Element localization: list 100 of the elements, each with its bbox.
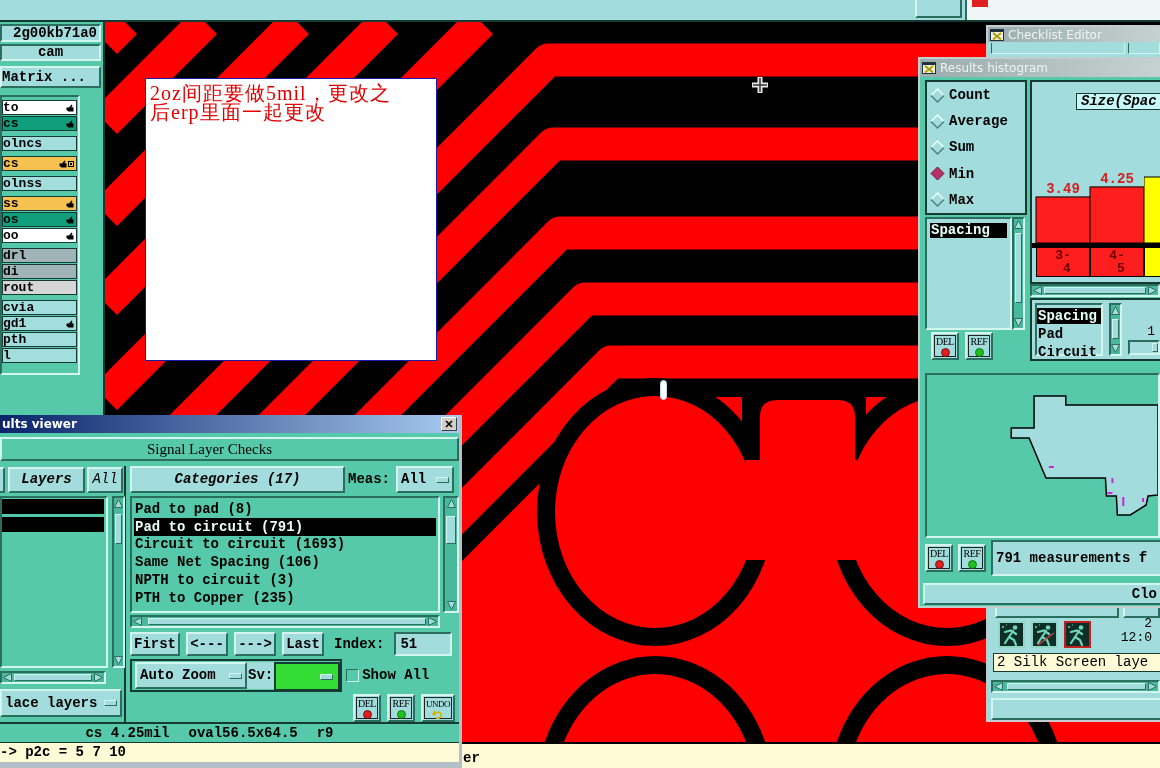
- scrollbar-thumb[interactable]: [115, 514, 122, 544]
- layer-row[interactable]: cvia: [2, 300, 77, 315]
- layer-row[interactable]: cs: [2, 116, 77, 131]
- left-arrow-icon[interactable]: [3, 673, 12, 682]
- right-arrow-icon[interactable]: [94, 673, 103, 682]
- list-item[interactable]: Circuit: [1037, 344, 1101, 360]
- navigation-button[interactable]: <---: [186, 632, 228, 656]
- radio-option[interactable]: Max: [930, 186, 1025, 213]
- layer-row[interactable]: oo: [2, 228, 77, 243]
- layer-row[interactable]: rout: [2, 280, 77, 295]
- x-tick-label: 4-5: [1109, 248, 1125, 276]
- scrollbar-thumb[interactable]: [1015, 233, 1022, 303]
- up-arrow-icon[interactable]: [1014, 220, 1023, 229]
- radio-option[interactable]: Count: [930, 82, 1025, 109]
- vertical-scrollbar[interactable]: [443, 496, 459, 613]
- close-button[interactable]: Clo: [923, 583, 1160, 605]
- horizontal-scrollbar[interactable]: [0, 671, 106, 684]
- category-item[interactable]: Circuit to circuit (1693): [134, 535, 436, 554]
- layer-row[interactable]: pth: [2, 332, 77, 347]
- scrollbar-thumb[interactable]: [1044, 287, 1146, 294]
- vertical-scrollbar[interactable]: [1109, 303, 1122, 356]
- layer-row[interactable]: ss: [2, 196, 77, 211]
- navigation-button[interactable]: First: [130, 632, 180, 656]
- up-arrow-icon[interactable]: [1111, 306, 1120, 315]
- scrollbar-thumb[interactable]: [14, 674, 92, 681]
- close-button[interactable]: [441, 417, 457, 431]
- layer-row[interactable]: drl: [2, 248, 77, 263]
- matrix-button[interactable]: Matrix ...: [0, 66, 101, 88]
- right-arrow-icon[interactable]: [428, 617, 437, 626]
- down-arrow-icon[interactable]: [1111, 344, 1120, 353]
- runner-icon[interactable]: [998, 621, 1025, 648]
- navigation-button[interactable]: --->: [234, 632, 276, 656]
- vertical-scrollbar[interactable]: [1012, 217, 1025, 330]
- list-item[interactable]: Pad: [1037, 326, 1101, 342]
- action-button[interactable]: [1123, 608, 1160, 618]
- layer-row[interactable]: to: [2, 100, 77, 115]
- layer-scope-dropdown[interactable]: lace layers: [0, 689, 122, 717]
- scrollbar-thumb[interactable]: [1112, 319, 1119, 339]
- runner-frame-icon[interactable]: [1064, 621, 1091, 648]
- layers-button[interactable]: Layers: [8, 466, 85, 493]
- categories-button[interactable]: Categories (17): [130, 466, 345, 493]
- delete-button[interactable]: DEL: [925, 544, 953, 572]
- radio-option[interactable]: Sum: [930, 134, 1025, 161]
- down-arrow-icon[interactable]: [114, 656, 123, 665]
- right-arrow-icon[interactable]: [1148, 682, 1157, 691]
- radio-option[interactable]: Min: [930, 160, 1025, 187]
- list-item[interactable]: Spacing: [930, 223, 1007, 238]
- horizontal-scrollbar[interactable]: [130, 615, 440, 628]
- category-item[interactable]: PTH to Copper (235): [134, 589, 436, 607]
- all-button[interactable]: All: [87, 466, 123, 493]
- vertical-scrollbar[interactable]: [112, 496, 125, 668]
- layer-row[interactable]: os: [2, 212, 77, 227]
- zoom-mode-dropdown[interactable]: Auto Zoom: [135, 662, 247, 689]
- category-item[interactable]: Pad to circuit (791): [134, 517, 436, 536]
- input-field[interactable]: [1128, 43, 1160, 54]
- show-all-checkbox[interactable]: Show All: [346, 667, 430, 684]
- right-arrow-icon[interactable]: [1148, 286, 1157, 295]
- meas-dropdown[interactable]: All: [396, 466, 454, 493]
- dot-icon: [362, 710, 372, 719]
- left-arrow-icon[interactable]: [1033, 286, 1042, 295]
- left-arrow-icon[interactable]: [133, 617, 142, 626]
- scrollbar-thumb[interactable]: [446, 516, 456, 544]
- severity-dropdown[interactable]: [274, 662, 341, 691]
- action-button[interactable]: [995, 608, 1119, 618]
- delete-button[interactable]: DEL: [931, 332, 959, 360]
- slider-thumb[interactable]: [1152, 343, 1158, 352]
- index-field[interactable]: 51: [394, 632, 453, 656]
- layer-row[interactable]: gd1: [2, 316, 77, 331]
- layer-row[interactable]: di: [2, 264, 77, 279]
- down-arrow-icon[interactable]: [1014, 318, 1023, 327]
- layer-row[interactable]: olnss: [2, 176, 77, 191]
- radio-option[interactable]: Average: [930, 108, 1025, 135]
- up-arrow-icon[interactable]: [446, 499, 456, 508]
- undo-button[interactable]: UNDO: [421, 694, 455, 722]
- category-item[interactable]: Same Net Spacing (106): [134, 553, 436, 572]
- up-arrow-icon[interactable]: [114, 499, 123, 508]
- input-field[interactable]: [991, 43, 1125, 54]
- window-icon[interactable]: [922, 62, 936, 74]
- refresh-button[interactable]: REF: [387, 694, 415, 722]
- horizontal-scrollbar[interactable]: [1030, 284, 1160, 297]
- list-item[interactable]: Spacing: [1037, 308, 1101, 324]
- layer-row[interactable]: olncs: [2, 136, 77, 151]
- layer-row[interactable]: cs: [2, 156, 77, 171]
- category-item[interactable]: Pad to pad (8): [134, 500, 436, 518]
- navigation-button[interactable]: Last: [282, 632, 324, 656]
- partial-button[interactable]: [0, 466, 5, 493]
- delete-button[interactable]: DEL: [353, 694, 381, 722]
- runner-slash-icon[interactable]: [1031, 621, 1058, 648]
- refresh-button[interactable]: REF: [965, 332, 993, 360]
- left-arrow-icon[interactable]: [994, 682, 1003, 691]
- scrollbar-thumb[interactable]: [1007, 683, 1146, 690]
- category-item[interactable]: NPTH to circuit (3): [134, 571, 436, 589]
- horizontal-scrollbar[interactable]: [991, 680, 1160, 693]
- layer-row[interactable]: l: [2, 348, 77, 363]
- sv-label: Sv:: [247, 662, 275, 689]
- refresh-button[interactable]: REF: [958, 544, 986, 572]
- scrollbar-thumb[interactable]: [148, 618, 426, 625]
- window-icon[interactable]: [990, 28, 1004, 41]
- down-arrow-icon[interactable]: [446, 601, 456, 610]
- slider-track[interactable]: [1128, 340, 1160, 355]
